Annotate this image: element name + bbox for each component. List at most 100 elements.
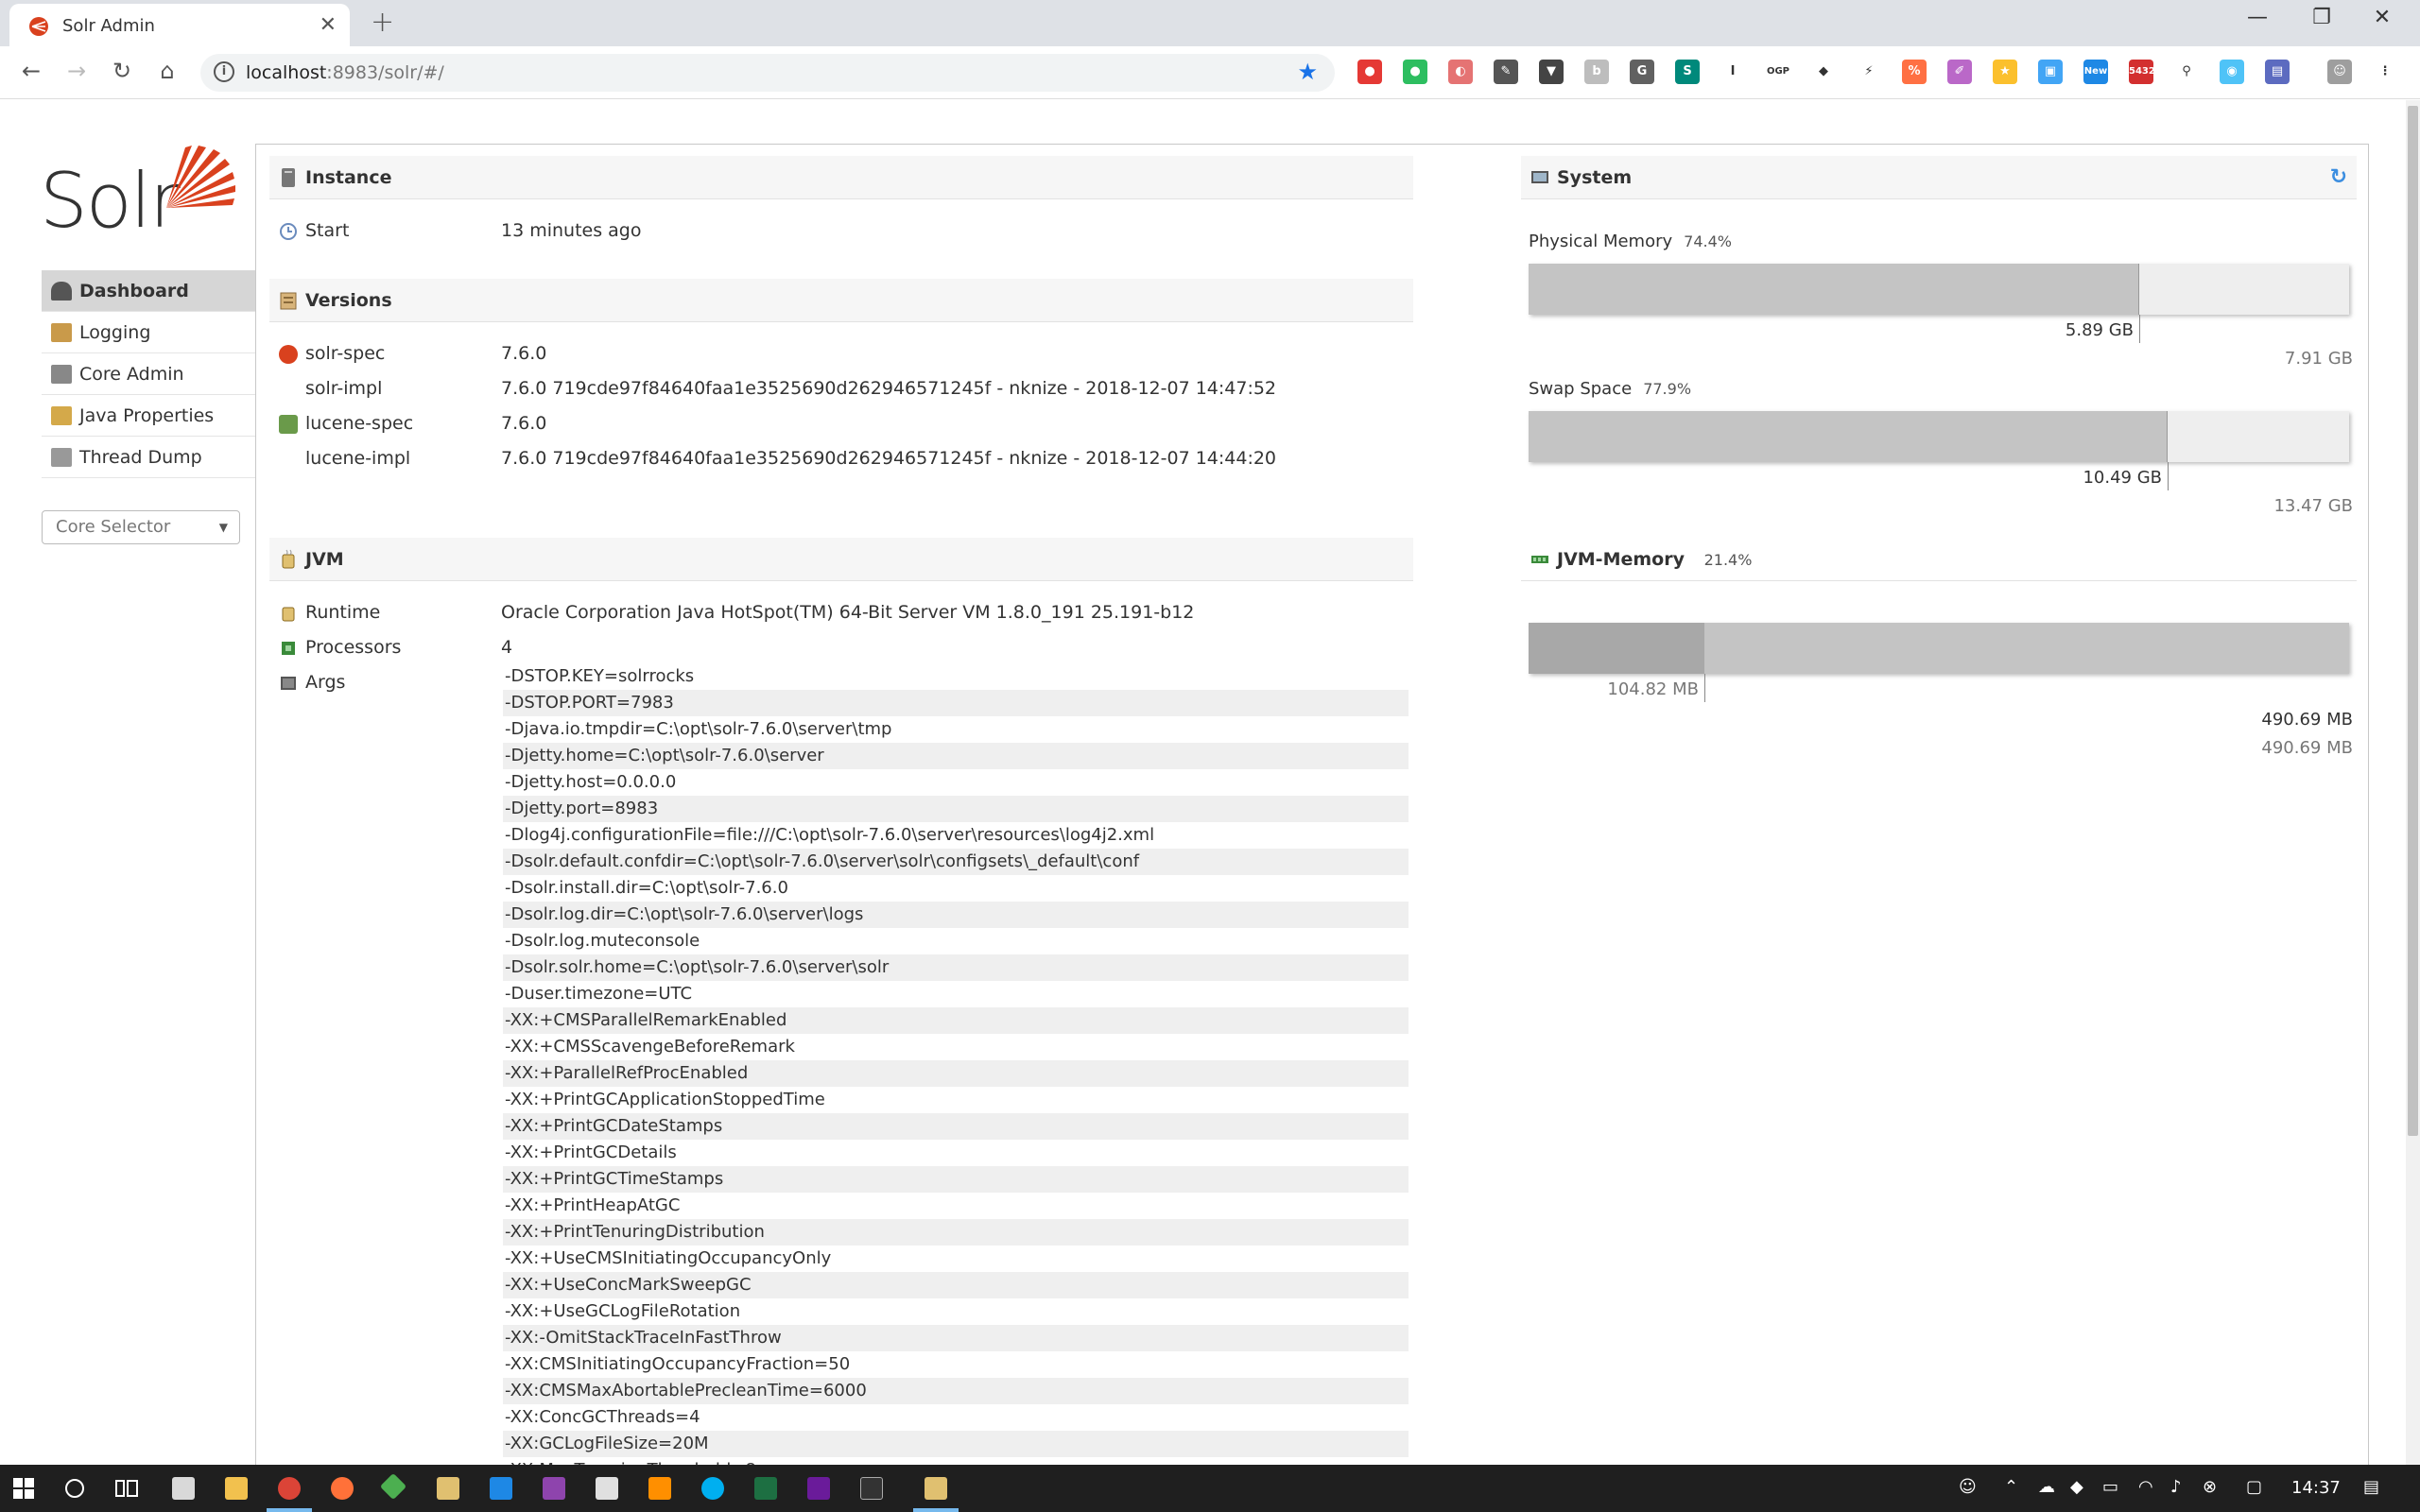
visual-studio-icon[interactable] [543, 1477, 565, 1500]
versions-header: Versions [269, 279, 1413, 322]
page-scrollbar[interactable] [2406, 100, 2420, 1465]
swap-space-label-text: Swap Space [1529, 379, 1633, 399]
forward-button[interactable]: → [60, 58, 93, 84]
sync-error-icon[interactable]: ⊗ [2203, 1477, 2217, 1497]
file-explorer-icon[interactable] [225, 1477, 248, 1500]
sidebar-item-thread-dump[interactable]: Thread Dump [42, 437, 255, 478]
jvm-arg-item: -Dlog4j.configurationFile=file:///C:\opt… [505, 825, 1155, 845]
media-app-icon[interactable] [807, 1477, 830, 1500]
version-label-text: solr-impl [305, 378, 383, 399]
notifications-icon[interactable]: ▤ [2363, 1477, 2379, 1497]
core-selector[interactable]: Core Selector ▼ [42, 510, 240, 544]
new-tab-button[interactable]: + [371, 6, 394, 39]
close-window-button[interactable]: ✕ [2363, 6, 2401, 29]
url-text[interactable]: localhost:8983/solr/#/ [246, 62, 444, 83]
ext-gmail-icon[interactable]: 5432 [2129, 60, 2155, 84]
ext-compass-icon[interactable]: ◐ [1448, 60, 1473, 84]
taskbar-clock[interactable]: 14:37 [2291, 1478, 2341, 1498]
ext-pin-icon[interactable]: ⚲ [2174, 60, 2199, 84]
excel-icon[interactable] [754, 1477, 777, 1500]
sidebar-item-java-properties[interactable]: Java Properties [42, 395, 255, 437]
cortana-search-icon[interactable] [64, 1478, 85, 1499]
dashboard-icon [51, 282, 72, 301]
chrome-icon[interactable] [278, 1477, 301, 1500]
browser-toolbar: ← → ↻ ⌂ i localhost:8983/solr/#/ ★ ● ● ◐ ✎ ▼… [0, 46, 2420, 99]
battery-icon[interactable]: ▭ [2102, 1477, 2118, 1497]
scrollbar-thumb[interactable] [2408, 106, 2418, 1136]
java-app-icon[interactable] [925, 1477, 947, 1500]
tab-close-icon[interactable]: ✕ [320, 13, 337, 37]
solr-logo[interactable]: Solr [40, 138, 235, 245]
notes-icon[interactable] [437, 1477, 459, 1500]
skype-icon[interactable] [701, 1477, 724, 1500]
jvm-memory-title: JVM-Memory [1557, 549, 1685, 570]
firefox-icon[interactable] [331, 1477, 354, 1500]
sidebar-item-dashboard[interactable]: Dashboard [42, 270, 255, 312]
browser-tab[interactable]: Solr Admin ✕ [9, 4, 350, 46]
git-icon[interactable] [379, 1472, 407, 1501]
mail-icon[interactable] [596, 1477, 618, 1500]
maximize-button[interactable]: ❐ [2303, 6, 2341, 29]
jvm-arg-item: -XX:CMSMaxAbortablePrecleanTime=6000 [503, 1378, 1409, 1404]
terminal-app-icon[interactable] [860, 1477, 883, 1500]
solr-page: Solr Dashboard Logging Core Admin Java Prop… [0, 100, 2406, 1480]
language-icon[interactable]: ▢ [2246, 1477, 2262, 1497]
physical-memory-label: Physical Memory 74.4% [1529, 232, 1732, 251]
sidebar-item-label: Logging [79, 322, 151, 343]
ext-g-icon[interactable]: G [1630, 60, 1654, 84]
jvm-arg-item: -XX:+PrintTenuringDistribution [503, 1219, 1409, 1246]
home-button[interactable]: ⌂ [151, 58, 183, 84]
ext-mask-icon[interactable]: ◆ [1811, 60, 1836, 84]
windows-start-icon[interactable] [13, 1478, 34, 1499]
runtime-value: Oracle Corporation Java HotSpot(TM) 64-B… [501, 602, 1195, 623]
minimize-button[interactable]: — [2238, 6, 2276, 29]
ext-window-icon[interactable]: ▤ [2265, 60, 2290, 84]
ext-evernote-icon[interactable]: ● [1403, 60, 1427, 84]
menu-dots-icon[interactable]: ⋮ [2373, 60, 2397, 84]
ext-i-icon[interactable]: I [1720, 60, 1745, 84]
bookmark-star-icon[interactable]: ★ [1297, 59, 1318, 85]
ext-pocket-icon[interactable]: ▼ [1539, 60, 1564, 84]
vlc-icon[interactable] [648, 1477, 671, 1500]
physical-memory-tick [2139, 315, 2140, 343]
back-button[interactable]: ← [15, 58, 47, 84]
store-icon[interactable] [172, 1477, 195, 1500]
sidebar-item-core-admin[interactable]: Core Admin [42, 353, 255, 395]
jvm-arg-item: -XX:+PrintHeapAtGC [505, 1195, 681, 1215]
dropbox-icon[interactable]: ◆ [2070, 1477, 2083, 1497]
solr-favicon-icon [29, 17, 48, 36]
ext-screen-icon[interactable]: ▣ [2038, 60, 2063, 84]
jvm-arg-item: -Djetty.host=0.0.0.0 [505, 772, 677, 792]
vscode-icon[interactable] [490, 1477, 512, 1500]
ext-ogp-icon[interactable]: OGP [1766, 60, 1790, 84]
site-info-icon[interactable]: i [214, 61, 234, 82]
profile-avatar-icon[interactable]: ☺ [2327, 60, 2352, 84]
wifi-icon[interactable]: ◠ [2138, 1477, 2153, 1497]
ext-star-icon[interactable]: ★ [1993, 60, 2017, 84]
tray-chevron-up-icon[interactable]: ⌃ [2004, 1477, 2018, 1497]
ext-b-icon[interactable]: b [1584, 60, 1609, 84]
ext-pen-icon[interactable]: ✐ [1947, 60, 1972, 84]
sidebar-item-logging[interactable]: Logging [42, 312, 255, 353]
task-view-icon[interactable] [115, 1478, 138, 1499]
ext-camera-icon[interactable]: ◉ [2220, 60, 2244, 84]
ext-eyedropper-icon[interactable]: ✎ [1494, 60, 1518, 84]
ext-s-icon[interactable]: S [1675, 60, 1700, 84]
ext-red-icon[interactable]: ● [1357, 60, 1382, 84]
system-title: System [1557, 167, 1633, 188]
volume-icon[interactable]: ♪ [2170, 1477, 2182, 1497]
address-bar[interactable]: i localhost:8983/solr/#/ ★ [200, 54, 1335, 92]
people-icon[interactable]: ☺ [1959, 1477, 1977, 1497]
ext-translate-icon[interactable]: % [1902, 60, 1927, 84]
jvm-memory-used-fill [1529, 623, 1704, 674]
refresh-icon[interactable]: ↻ [2330, 156, 2347, 199]
ext-lightning-icon[interactable]: ⚡ [1857, 60, 1881, 84]
version-value: 7.6.0 [501, 343, 547, 364]
java-properties-icon [51, 406, 72, 425]
reload-button[interactable]: ↻ [106, 58, 138, 84]
url-host: localhost [246, 62, 327, 83]
onedrive-icon[interactable]: ☁ [2038, 1477, 2055, 1497]
jvm-arg-item: -XX:ConcGCThreads=4 [505, 1407, 700, 1427]
jvm-arg-item: -XX:+CMSParallelRemarkEnabled [503, 1007, 1409, 1034]
ext-new-icon[interactable]: New [2083, 60, 2108, 84]
